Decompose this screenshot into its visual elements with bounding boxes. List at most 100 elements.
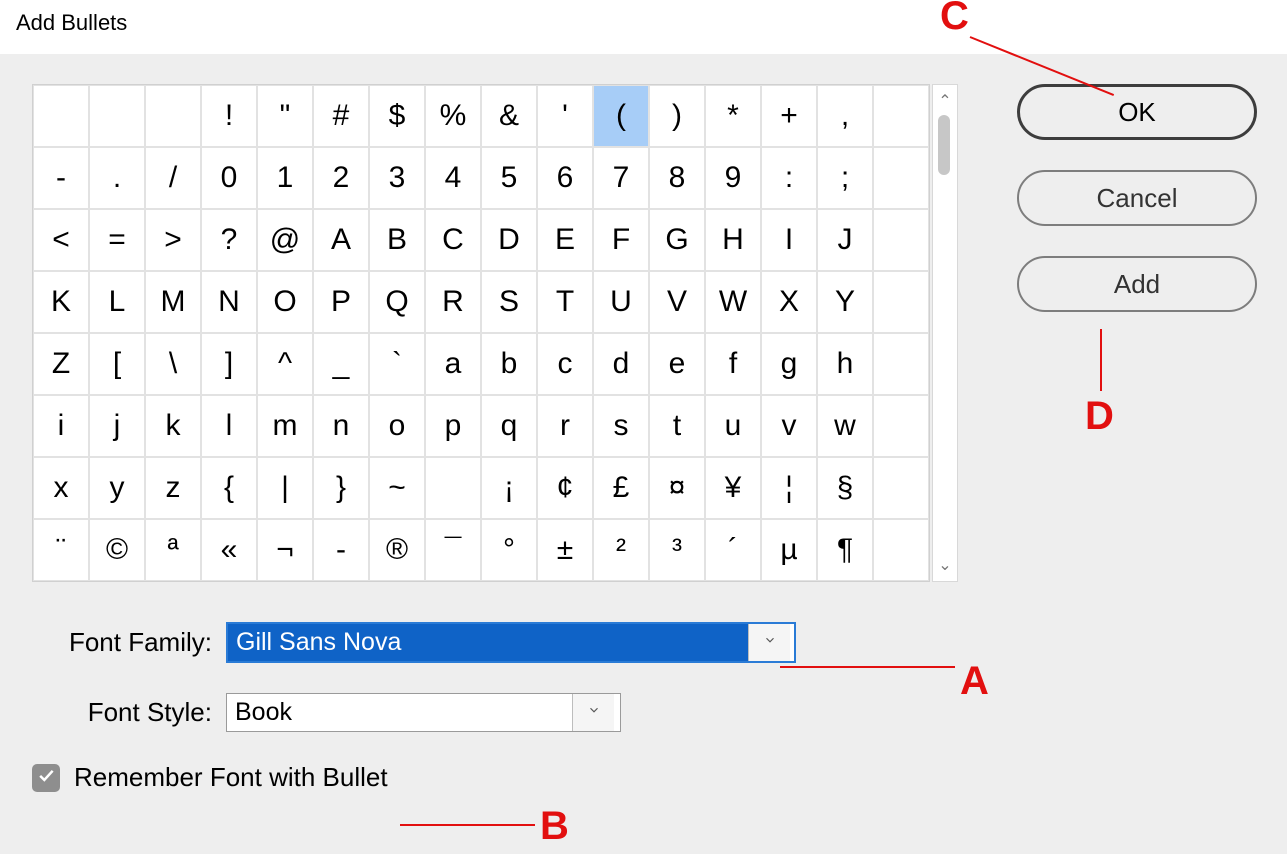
char-cell[interactable]: *: [705, 85, 761, 147]
char-cell[interactable]: f: [705, 333, 761, 395]
char-cell[interactable]: ^: [257, 333, 313, 395]
char-cell[interactable]: @: [257, 209, 313, 271]
char-cell[interactable]: u: [705, 395, 761, 457]
char-cell[interactable]: &: [481, 85, 537, 147]
char-cell[interactable]: ¶: [817, 519, 873, 581]
char-cell[interactable]: b: [481, 333, 537, 395]
char-cell[interactable]: }: [313, 457, 369, 519]
char-cell[interactable]: ¬: [257, 519, 313, 581]
char-cell[interactable]: n: [313, 395, 369, 457]
char-cell[interactable]: %: [425, 85, 481, 147]
char-cell[interactable]: ¨: [33, 519, 89, 581]
char-cell[interactable]: ª: [145, 519, 201, 581]
scroll-thumb[interactable]: [938, 115, 950, 175]
char-cell[interactable]: .: [89, 147, 145, 209]
char-cell[interactable]: Z: [33, 333, 89, 395]
char-cell[interactable]: z: [145, 457, 201, 519]
char-cell[interactable]: £: [593, 457, 649, 519]
font-family-input[interactable]: [228, 624, 748, 661]
char-cell[interactable]: m: [257, 395, 313, 457]
char-cell[interactable]: ,: [817, 85, 873, 147]
char-cell[interactable]: `: [369, 333, 425, 395]
scroll-up-icon[interactable]: ⌃: [938, 91, 951, 111]
char-cell[interactable]: [873, 209, 929, 271]
char-cell[interactable]: ©: [89, 519, 145, 581]
char-cell[interactable]: -: [33, 147, 89, 209]
char-cell[interactable]: ?: [201, 209, 257, 271]
char-cell[interactable]: P: [313, 271, 369, 333]
char-cell[interactable]: [873, 147, 929, 209]
char-cell[interactable]: j: [89, 395, 145, 457]
char-cell[interactable]: v: [761, 395, 817, 457]
char-cell[interactable]: S: [481, 271, 537, 333]
char-cell[interactable]: ´: [705, 519, 761, 581]
char-cell[interactable]: y: [89, 457, 145, 519]
char-cell[interactable]: +: [761, 85, 817, 147]
char-cell[interactable]: [873, 519, 929, 581]
char-cell[interactable]: ¥: [705, 457, 761, 519]
char-cell[interactable]: o: [369, 395, 425, 457]
char-cell[interactable]: 4: [425, 147, 481, 209]
char-cell[interactable]: a: [425, 333, 481, 395]
char-cell[interactable]: [873, 395, 929, 457]
char-cell[interactable]: c: [537, 333, 593, 395]
char-cell[interactable]: (: [593, 85, 649, 147]
char-cell[interactable]: i: [33, 395, 89, 457]
char-cell[interactable]: µ: [761, 519, 817, 581]
char-cell[interactable]: «: [201, 519, 257, 581]
char-cell[interactable]: ;: [817, 147, 873, 209]
char-cell[interactable]: ¤: [649, 457, 705, 519]
char-cell[interactable]: h: [817, 333, 873, 395]
font-style-dropdown-button[interactable]: [572, 694, 614, 731]
char-cell[interactable]: E: [537, 209, 593, 271]
char-cell[interactable]: d: [593, 333, 649, 395]
char-cell[interactable]: §: [817, 457, 873, 519]
char-cell[interactable]: g: [761, 333, 817, 395]
cancel-button[interactable]: Cancel: [1017, 170, 1257, 226]
char-cell[interactable]: B: [369, 209, 425, 271]
char-cell[interactable]: $: [369, 85, 425, 147]
char-cell[interactable]: A: [313, 209, 369, 271]
char-cell[interactable]: x: [33, 457, 89, 519]
char-cell[interactable]: e: [649, 333, 705, 395]
char-cell[interactable]: 7: [593, 147, 649, 209]
char-cell[interactable]: _: [313, 333, 369, 395]
char-cell[interactable]: [873, 457, 929, 519]
char-cell[interactable]: |: [257, 457, 313, 519]
char-cell[interactable]: ²: [593, 519, 649, 581]
char-cell[interactable]: 6: [537, 147, 593, 209]
remember-font-checkbox[interactable]: [32, 764, 60, 792]
char-cell[interactable]: 8: [649, 147, 705, 209]
char-cell[interactable]: W: [705, 271, 761, 333]
char-cell[interactable]: #: [313, 85, 369, 147]
char-cell[interactable]: L: [89, 271, 145, 333]
char-cell[interactable]: R: [425, 271, 481, 333]
char-cell[interactable]: =: [89, 209, 145, 271]
font-family-dropdown-button[interactable]: [748, 624, 790, 661]
character-grid[interactable]: !"#$%&'()*+,-./0123456789:;<=>?@ABCDEFGH…: [32, 84, 930, 582]
char-cell[interactable]: k: [145, 395, 201, 457]
char-cell[interactable]: >: [145, 209, 201, 271]
char-cell[interactable]: :: [761, 147, 817, 209]
char-cell[interactable]: ': [537, 85, 593, 147]
char-cell[interactable]: ": [257, 85, 313, 147]
char-cell[interactable]: 2: [313, 147, 369, 209]
char-cell[interactable]: 1: [257, 147, 313, 209]
char-cell[interactable]: ³: [649, 519, 705, 581]
char-cell[interactable]: [89, 85, 145, 147]
char-cell[interactable]: °: [481, 519, 537, 581]
char-cell[interactable]: V: [649, 271, 705, 333]
char-cell[interactable]: ±: [537, 519, 593, 581]
char-cell[interactable]: ¦: [761, 457, 817, 519]
char-cell[interactable]: J: [817, 209, 873, 271]
char-cell[interactable]: 5: [481, 147, 537, 209]
scroll-down-icon[interactable]: ⌄: [938, 555, 951, 575]
char-cell[interactable]: K: [33, 271, 89, 333]
add-button[interactable]: Add: [1017, 256, 1257, 312]
char-cell[interactable]: 3: [369, 147, 425, 209]
char-cell[interactable]: -: [313, 519, 369, 581]
char-cell[interactable]: H: [705, 209, 761, 271]
font-style-combo[interactable]: [226, 693, 621, 732]
char-cell[interactable]: 9: [705, 147, 761, 209]
char-cell[interactable]: 0: [201, 147, 257, 209]
